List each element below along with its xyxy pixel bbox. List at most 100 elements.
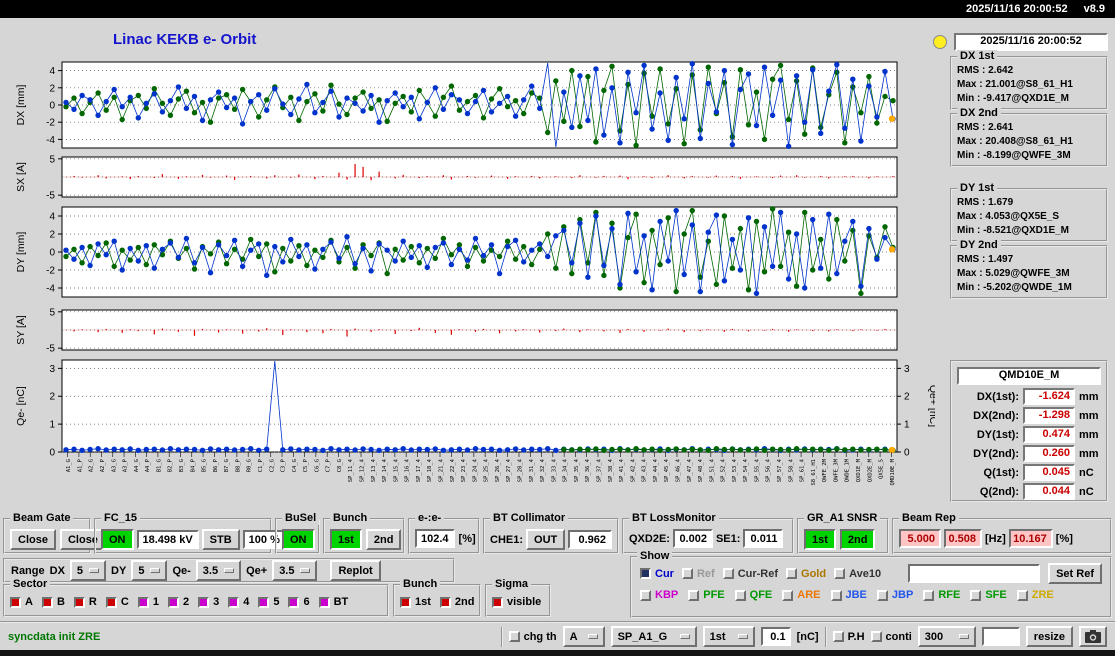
replot-button[interactable]: Replot xyxy=(330,560,381,581)
checkbox-label: 5 xyxy=(273,596,280,608)
svg-text:C5_P: C5_P xyxy=(303,458,309,472)
checkbox-label: 2 xyxy=(182,596,190,608)
show-checkbox-sfe[interactable]: SFE xyxy=(970,589,1007,601)
checkbox-label: 4 xyxy=(243,596,250,608)
svg-text:C1_P: C1_P xyxy=(258,458,264,472)
conti-checkbox[interactable]: conti xyxy=(870,631,912,643)
svg-text:SP_53_4: SP_53_4 xyxy=(732,458,738,482)
monitor-row-label: DY(2nd): xyxy=(973,447,1019,460)
chg-th-checkbox[interactable]: chg th xyxy=(508,631,557,643)
range-dy-dropdown[interactable]: 5 xyxy=(131,560,168,581)
monitor-row-value: 0.260 xyxy=(1023,445,1075,462)
set-ref-button[interactable]: Set Ref xyxy=(1048,563,1102,584)
show-checkbox-qfe[interactable]: QFE xyxy=(734,589,773,601)
svg-text:SP_13_4: SP_13_4 xyxy=(371,458,377,482)
bunch-checkbox-1st[interactable]: 1st xyxy=(400,596,431,608)
bunch-1st-button[interactable]: 1st xyxy=(330,529,362,550)
sigma-checkbox-visible[interactable]: visible xyxy=(492,596,541,608)
svg-text:C6_G: C6_G xyxy=(314,459,320,472)
checkbox-label: Cur-Ref xyxy=(737,567,779,580)
svg-text:A1_G: A1_G xyxy=(66,459,72,472)
ref-input[interactable] xyxy=(908,564,1041,583)
che1-out-button[interactable]: OUT xyxy=(526,529,566,550)
checkbox-label: C xyxy=(120,596,129,608)
fc15-on-button[interactable]: ON xyxy=(101,529,134,550)
bunch-dropdown[interactable]: 1st xyxy=(702,626,755,647)
y-axis-label-sy: SY [A] xyxy=(15,315,27,345)
snsr-1st-button[interactable]: 1st xyxy=(804,529,836,550)
show-checkbox-gold[interactable]: Gold xyxy=(786,568,826,580)
ph-checkbox[interactable]: P.H xyxy=(832,631,865,643)
show-checkbox-jbe[interactable]: JBE xyxy=(830,589,867,601)
checkbox-label: Ref xyxy=(696,567,715,580)
beam-rep-value-1: 5.000 xyxy=(899,529,941,548)
extra-input[interactable] xyxy=(981,627,1020,646)
beam-gate-close-button-1[interactable]: Close xyxy=(10,529,56,550)
sector-checkbox-6[interactable]: 6 xyxy=(288,596,310,608)
bunch-checkbox-2nd[interactable]: 2nd xyxy=(439,596,474,608)
show-checkbox-ref[interactable]: Ref xyxy=(681,567,715,580)
range-qe-minus-dropdown[interactable]: 3.5 xyxy=(195,560,242,581)
svg-text:SP_21_4: SP_21_4 xyxy=(439,458,445,482)
stats-group-dy-1st: DY 1st RMS : 1.679 Max : 4.053@QX5E_S Min :… xyxy=(950,182,1108,242)
status-indicator-lamp xyxy=(933,35,947,49)
range-dx-dropdown[interactable]: 5 xyxy=(69,560,107,581)
svg-text:S8_61_H1: S8_61_H1 xyxy=(811,459,817,486)
stat-line: Min : -5.202@QWDE_1M xyxy=(957,282,1072,293)
show-checkbox-jbp[interactable]: JBP xyxy=(876,589,913,601)
interval-dropdown[interactable]: 300 xyxy=(917,626,976,647)
dropdown-indicator xyxy=(300,568,311,573)
sector-dropdown[interactable]: A xyxy=(562,626,605,647)
svg-text:SP_36_4: SP_36_4 xyxy=(585,458,591,482)
busel-on-button[interactable]: ON xyxy=(282,529,315,550)
sector-checkbox-a[interactable]: A xyxy=(10,596,33,608)
sector-checkbox-b[interactable]: B xyxy=(41,596,65,608)
checkbox-indicator xyxy=(681,568,693,579)
svg-text:SP_54_4: SP_54_4 xyxy=(743,458,749,482)
snsr-2nd-button[interactable]: 2nd xyxy=(839,529,876,550)
stats-group-dy-2nd: DY 2nd RMS : 1.497 Max : 5.029@QWFE_3M Min … xyxy=(950,239,1108,299)
dropdown-indicator xyxy=(224,568,235,573)
show-checkbox-cur-ref[interactable]: Cur-Ref xyxy=(722,567,779,580)
show-checkbox-zre[interactable]: ZRE xyxy=(1016,589,1054,601)
checkbox-label: QFE xyxy=(749,589,773,601)
beam-rep-value-3: 10.167 xyxy=(1008,529,1053,548)
checkbox-indicator xyxy=(1016,589,1028,601)
show-checkbox-are[interactable]: ARE xyxy=(782,589,821,601)
camera-button[interactable] xyxy=(1079,626,1107,647)
dropdown-value: A xyxy=(569,630,578,643)
threshold-unit: [nC] xyxy=(796,630,819,643)
threshold-input[interactable] xyxy=(760,627,791,646)
title-bar: 2025/11/16 20:00:52 v8.9 xyxy=(0,0,1115,18)
svg-text:SP_34_4: SP_34_4 xyxy=(563,458,569,482)
show-checkbox-ave10[interactable]: Ave10 xyxy=(834,568,881,580)
sector-checkbox-4[interactable]: 4 xyxy=(228,596,249,608)
dropdown-indicator xyxy=(958,634,969,639)
sector-checkbox-r[interactable]: R xyxy=(73,596,97,608)
group-busel: BuSel ON xyxy=(275,512,320,554)
svg-text:SP_28_4: SP_28_4 xyxy=(517,458,523,482)
show-checkbox-kbp[interactable]: KBP xyxy=(640,589,678,601)
fc15-kv-value: 18.498 kV xyxy=(136,530,199,549)
bpm-dropdown[interactable]: SP_A1_G xyxy=(610,626,697,647)
x-axis-bpm-labels: A1_G A1_P A2_G A2_P A3_G A3_P A4_G A4_P B1_G B2_P… xyxy=(66,452,896,486)
sector-checkbox-c[interactable]: C xyxy=(105,596,129,608)
svg-text:SP_11_4: SP_11_4 xyxy=(348,458,354,482)
resize-button[interactable]: resize xyxy=(1025,626,1073,647)
group-show: Show Cur Ref Cur-Ref Gold Ave10 Set Ref KBP P… xyxy=(630,550,1112,618)
show-checkbox-pfe[interactable]: PFE xyxy=(688,589,725,601)
fc15-stb-button[interactable]: STB xyxy=(201,529,240,550)
ee-ratio-unit: [%] xyxy=(458,532,476,545)
sector-checkbox-bt[interactable]: BT xyxy=(318,596,348,608)
checkbox-indicator xyxy=(640,568,651,579)
sector-checkbox-3[interactable]: 3 xyxy=(198,596,219,608)
sector-checkbox-1[interactable]: 1 xyxy=(137,596,159,608)
group-beam-gate: Beam Gate Close Close xyxy=(3,512,106,554)
sector-checkbox-2[interactable]: 2 xyxy=(167,596,190,608)
bunch-2nd-button[interactable]: 2nd xyxy=(365,529,402,550)
show-checkbox-cur[interactable]: Cur xyxy=(640,568,674,580)
show-checkbox-rfe[interactable]: RFE xyxy=(923,589,960,601)
group-bunch-filter: Bunch 1st 2nd xyxy=(393,578,481,617)
sector-checkbox-5[interactable]: 5 xyxy=(258,596,279,608)
range-qe-plus-dropdown[interactable]: 3.5 xyxy=(272,560,318,581)
